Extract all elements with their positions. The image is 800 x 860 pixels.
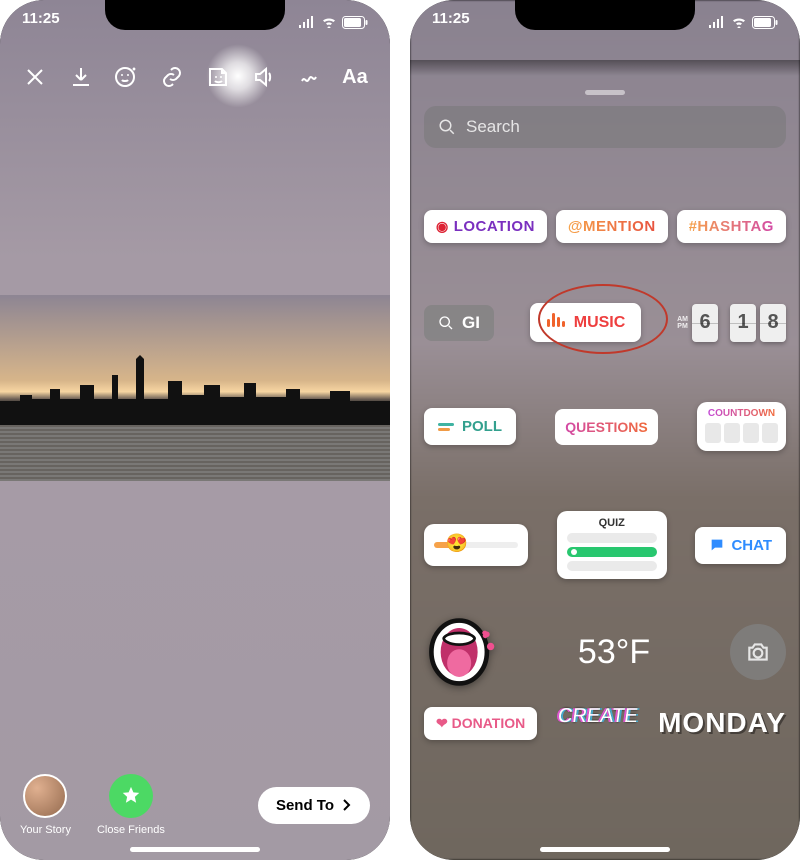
- poll-icon: [438, 421, 454, 433]
- search-icon: [438, 315, 454, 331]
- ampm-labels: AM PM: [677, 316, 688, 330]
- your-story-label: Your Story: [20, 824, 71, 836]
- link-icon[interactable]: [155, 60, 189, 94]
- status-time: 11:25: [22, 10, 60, 34]
- music-sticker[interactable]: MUSIC: [530, 303, 642, 342]
- skyline-silhouette: [0, 355, 390, 425]
- location-sticker[interactable]: ◉ LOCATION: [424, 210, 547, 243]
- slider-track: 😍: [434, 542, 518, 548]
- music-label: MUSIC: [574, 314, 626, 332]
- chat-sticker[interactable]: CHAT: [695, 527, 786, 564]
- poll-sticker[interactable]: POLL: [424, 408, 516, 445]
- effects-icon[interactable]: [292, 60, 326, 94]
- slider-emoji: 😍: [446, 533, 468, 554]
- sticker-tray[interactable]: Search ◉ LOCATION @MENTION #HASHTAG: [410, 80, 800, 860]
- chat-label: CHAT: [731, 537, 772, 554]
- chat-icon: [709, 537, 725, 553]
- search-icon: [438, 118, 456, 136]
- device-notch: [105, 0, 285, 30]
- pin-icon: ◉: [436, 218, 449, 235]
- shoutout-sticker[interactable]: [424, 615, 498, 689]
- countdown-label: COUNTDOWN: [708, 408, 775, 419]
- temperature-sticker[interactable]: 53°F: [578, 633, 650, 672]
- donation-sticker[interactable]: ❤ DONATION: [424, 707, 537, 740]
- gif-sticker[interactable]: GI: [424, 305, 494, 341]
- quiz-label: QUIZ: [567, 517, 657, 529]
- time-digit: 8: [760, 304, 786, 342]
- location-label: LOCATION: [454, 218, 535, 235]
- questions-sticker[interactable]: QUESTIONS: [555, 409, 657, 445]
- story-editor-screen: 11:25 Aa Yo: [0, 0, 390, 860]
- send-to-label: Send To: [276, 797, 334, 814]
- countdown-sticker[interactable]: COUNTDOWN: [697, 402, 786, 451]
- chevron-right-icon: [340, 799, 352, 811]
- status-icons: [708, 10, 778, 34]
- mention-label: @MENTION: [568, 218, 656, 235]
- home-indicator[interactable]: [540, 847, 670, 852]
- gif-label: GI: [462, 313, 480, 333]
- editor-toolbar: Aa: [0, 60, 390, 94]
- close-icon[interactable]: [18, 60, 52, 94]
- time-digit: 6: [692, 304, 718, 342]
- status-time: 11:25: [432, 10, 470, 34]
- your-story-button[interactable]: Your Story: [20, 774, 71, 836]
- sound-icon[interactable]: [247, 60, 281, 94]
- close-friends-button[interactable]: Close Friends: [97, 774, 165, 836]
- poll-label: POLL: [462, 418, 502, 435]
- story-photo[interactable]: [0, 295, 390, 481]
- time-sticker[interactable]: AM PM 6 1 8: [677, 304, 786, 342]
- download-icon[interactable]: [64, 60, 98, 94]
- water: [0, 425, 390, 481]
- countdown-slots: [705, 423, 778, 443]
- send-to-button[interactable]: Send To: [258, 787, 370, 824]
- avatar: [23, 774, 67, 818]
- create-label: CREATE: [557, 707, 639, 725]
- day-sticker[interactable]: MONDAY: [658, 707, 786, 739]
- search-placeholder: Search: [466, 117, 520, 137]
- text-tool-icon[interactable]: Aa: [338, 60, 372, 94]
- close-friends-label: Close Friends: [97, 824, 165, 836]
- share-row: Your Story Close Friends Send To: [0, 774, 390, 836]
- face-filter-icon[interactable]: [109, 60, 143, 94]
- music-bars-icon: [546, 313, 566, 332]
- sticker-grid: ◉ LOCATION @MENTION #HASHTAG GI: [424, 166, 786, 860]
- hashtag-label: #HASHTAG: [689, 218, 774, 235]
- time-digit: 1: [730, 304, 756, 342]
- emoji-slider-sticker[interactable]: 😍: [424, 524, 528, 566]
- mention-sticker[interactable]: @MENTION: [556, 210, 668, 243]
- sticker-tray-screen: 11:25 Search ◉ LOCATION @MENTION: [410, 0, 800, 860]
- camera-sticker[interactable]: [730, 624, 786, 680]
- sticker-search[interactable]: Search: [424, 106, 786, 148]
- device-notch: [515, 0, 695, 30]
- status-icons: [298, 10, 368, 34]
- quiz-sticker[interactable]: QUIZ: [557, 511, 667, 579]
- sticker-icon[interactable]: [201, 60, 235, 94]
- questions-label: QUESTIONS: [565, 419, 647, 435]
- star-icon: [109, 774, 153, 818]
- camera-icon: [745, 639, 771, 665]
- create-sticker[interactable]: CREATE: [558, 707, 638, 725]
- donation-label: DONATION: [452, 715, 526, 731]
- hashtag-sticker[interactable]: #HASHTAG: [677, 210, 786, 243]
- home-indicator[interactable]: [130, 847, 260, 852]
